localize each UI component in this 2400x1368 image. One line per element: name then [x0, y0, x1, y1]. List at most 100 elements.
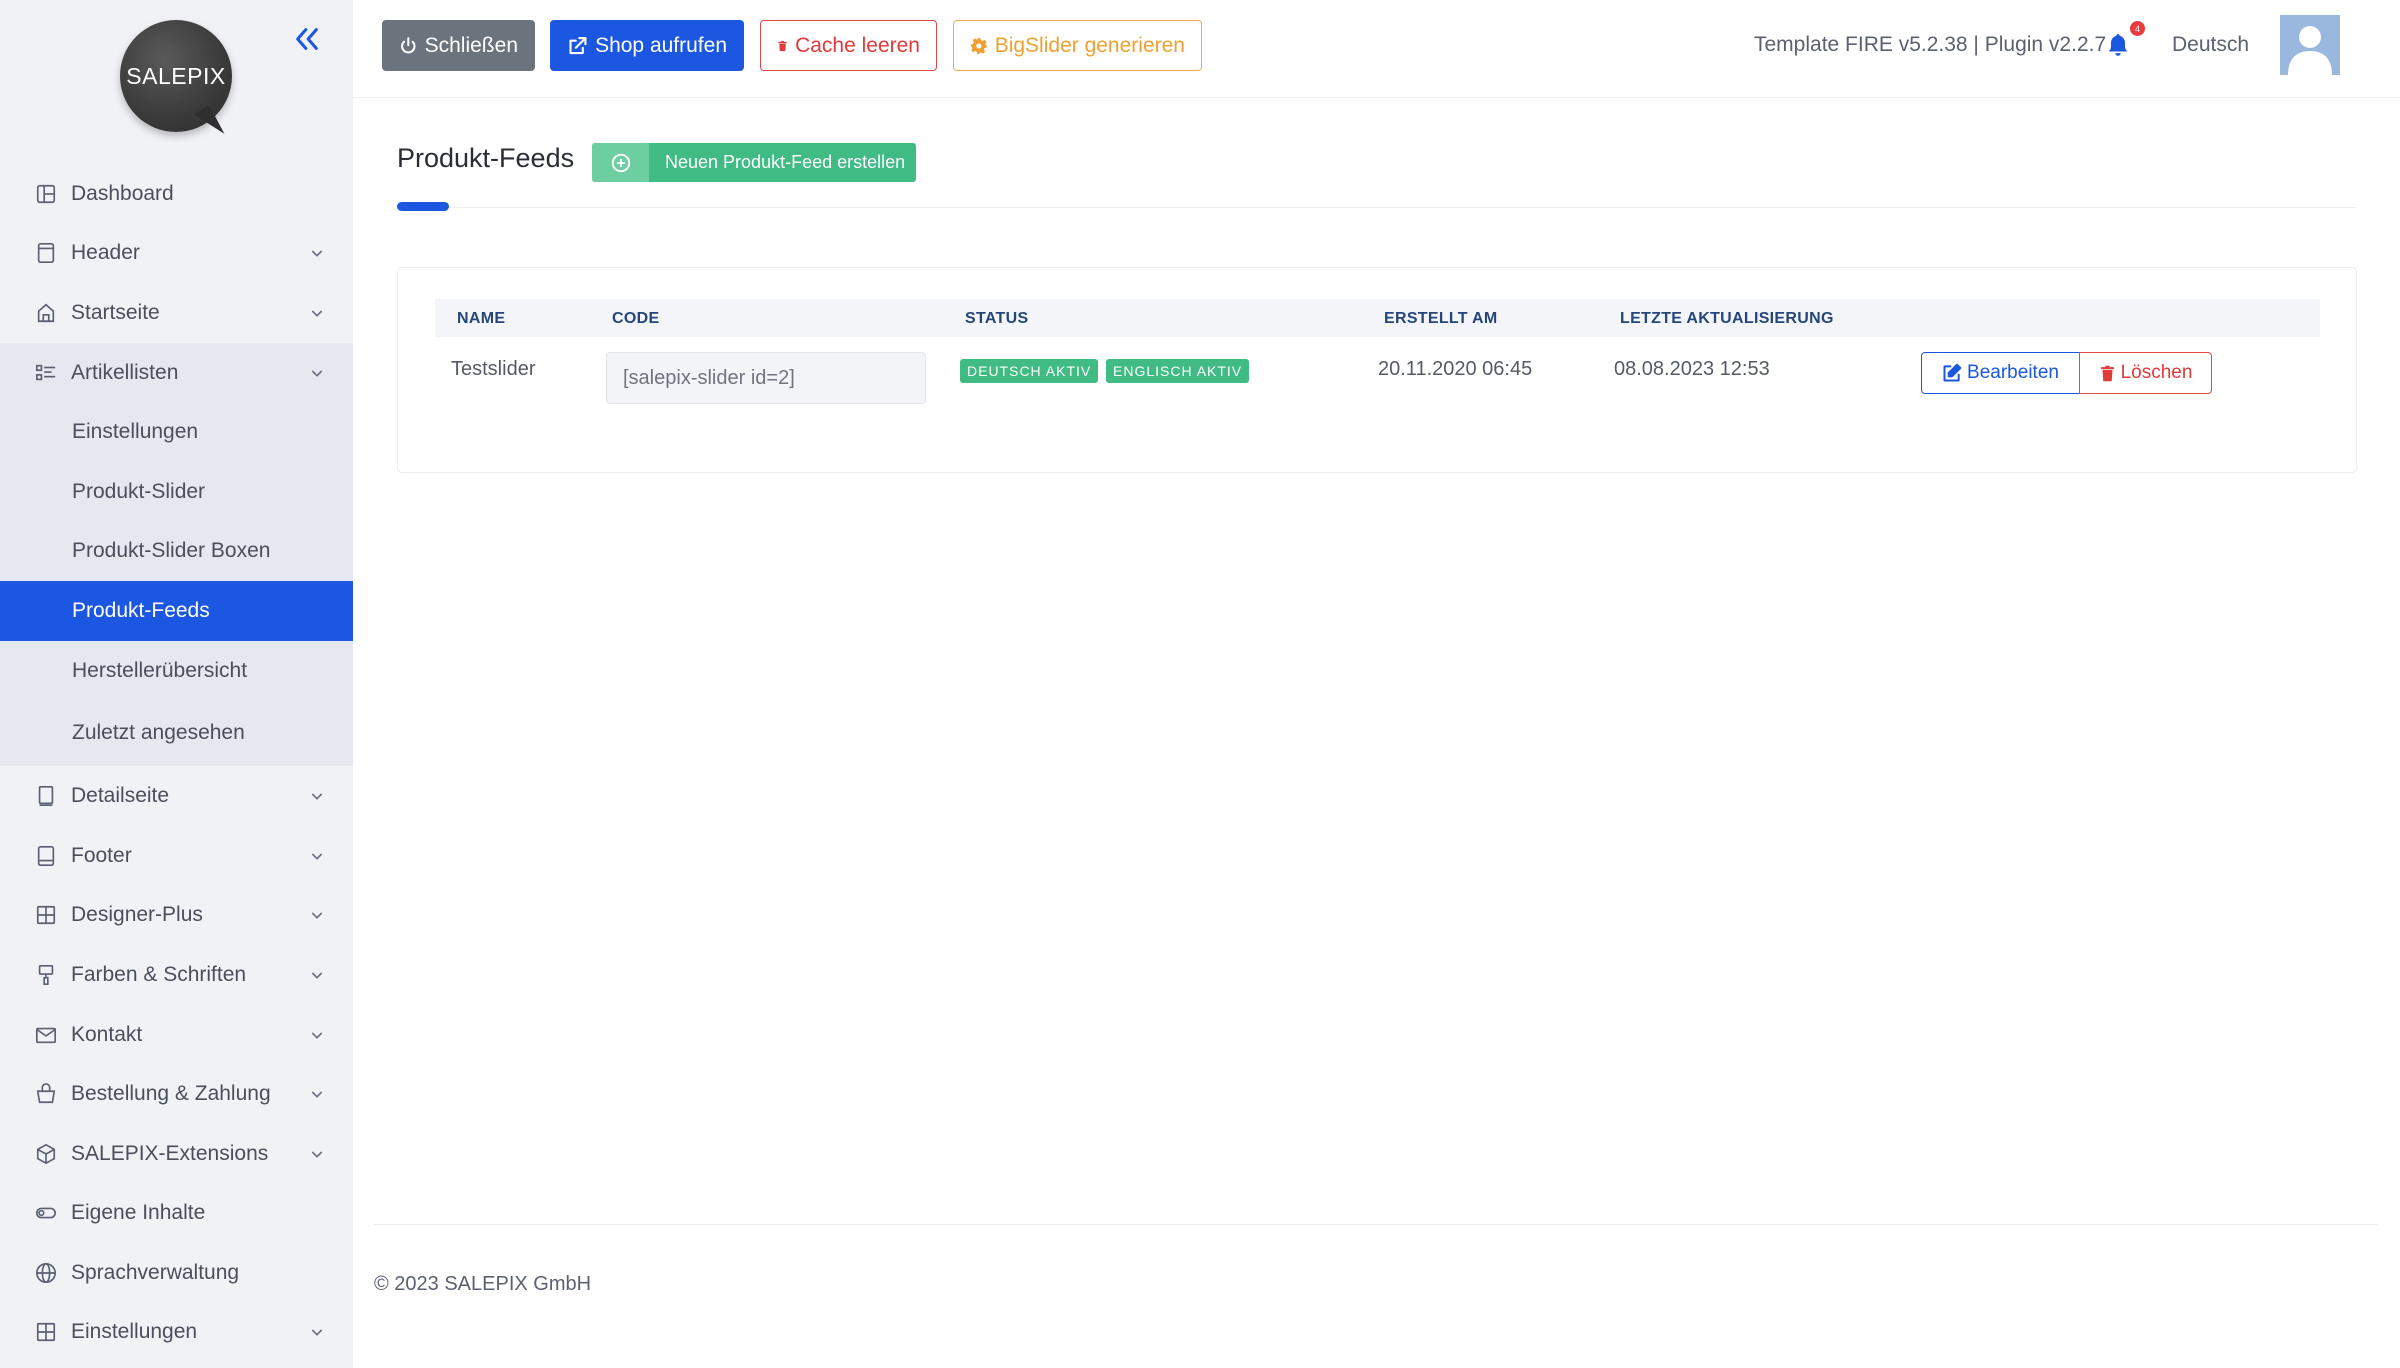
chevron-down-icon [309, 907, 325, 923]
sidebar-item-einstellungen[interactable]: Einstellungen [0, 1303, 353, 1363]
double-chevron-left-icon [296, 28, 318, 50]
sidebar-item-bestellung-zahlung[interactable]: Bestellung & Zahlung [0, 1064, 353, 1124]
title-divider [397, 207, 2357, 208]
shop-button-label: Shop aufrufen [595, 33, 727, 57]
sidebar-item-artikellisten[interactable]: Artikellisten [0, 343, 353, 403]
sidebar-item-footer[interactable]: Footer [0, 826, 353, 886]
sidebar-item-farben-schriften[interactable]: Farben & Schriften [0, 945, 353, 1005]
globe-icon [35, 1262, 57, 1284]
title-accent-bar [397, 202, 449, 211]
sidebar-subitem-produkt-slider[interactable]: Produkt-Slider [0, 462, 353, 522]
new-product-feed-button[interactable]: Neuen Produkt-Feed erstellen [592, 143, 916, 182]
column-header-name: NAME [457, 310, 506, 327]
settings-grid-icon [35, 1321, 57, 1343]
notification-badge: 4 [2130, 21, 2145, 36]
table-header: NAME CODE STATUS ERSTELLT AM LETZTE AKTU… [435, 299, 2320, 337]
paint-icon [35, 964, 57, 986]
home-icon [35, 302, 57, 324]
list-icon [35, 362, 57, 384]
sidebar-group-artikellisten: Artikellisten Einstellungen Produkt-Slid… [0, 342, 353, 767]
trash-icon [778, 40, 787, 51]
sidebar-item-label: Footer [71, 843, 132, 867]
chevron-down-icon [309, 848, 325, 864]
plus-circle-icon [592, 143, 649, 182]
chevron-down-icon [309, 788, 325, 804]
clear-cache-button-label: Cache leeren [795, 33, 920, 57]
chevron-down-icon [309, 1027, 325, 1043]
sidebar-item-header[interactable]: Header [0, 224, 353, 284]
edit-icon [1943, 363, 1962, 382]
brand-logo[interactable]: SALEPIX [120, 18, 236, 143]
sidebar-item-salepix-extensions[interactable]: SALEPIX-Extensions [0, 1124, 353, 1184]
column-header-updated: LETZTE AKTUALISIERUNG [1620, 310, 1834, 327]
footer-icon [35, 845, 57, 867]
sidebar-item-eigene-inhalte[interactable]: Eigene Inhalte [0, 1184, 353, 1244]
sidebar-item-designer-plus[interactable]: Designer-Plus [0, 886, 353, 946]
footer-copyright: © 2023 SALEPIX GmbH [374, 1273, 592, 1295]
status-badge: DEUTSCH AKTIV [960, 359, 1099, 383]
sidebar-collapse-button[interactable] [290, 22, 324, 56]
header-icon [35, 242, 57, 264]
generate-bigslider-button-label: BigSlider generieren [994, 33, 1185, 57]
logo-text: SALEPIX [126, 63, 226, 89]
feeds-table-card: NAME CODE STATUS ERSTELLT AM LETZTE AKTU… [397, 267, 2357, 473]
trash-icon [2100, 365, 2114, 381]
chevron-down-icon [309, 365, 325, 381]
footer-divider [374, 1224, 2378, 1225]
updated-date: 08.08.2023 12:53 [1614, 358, 1770, 380]
column-header-status: STATUS [965, 310, 1029, 327]
sidebar-item-dashboard[interactable]: Dashboard [0, 164, 353, 224]
sidebar-item-label: Eigene Inhalte [71, 1201, 206, 1225]
external-link-icon [569, 36, 587, 54]
sidebar-item-detailseite[interactable]: Detailseite [0, 766, 353, 826]
delete-button[interactable]: Löschen [2079, 352, 2212, 394]
new-product-feed-label: Neuen Produkt-Feed erstellen [665, 152, 906, 172]
mail-icon [35, 1024, 57, 1046]
chevron-down-icon [309, 1324, 325, 1340]
close-button-label: Schließen [424, 33, 518, 57]
sidebar-subitem-herstelleruebersicht[interactable]: Herstellerübersicht [0, 641, 353, 701]
language-selector[interactable]: Deutsch [2172, 33, 2249, 57]
feed-name: Testslider [451, 358, 536, 380]
user-icon [2288, 26, 2332, 75]
power-icon [401, 36, 416, 53]
sidebar-subitem-zuletzt-angesehen[interactable]: Zuletzt angesehen [0, 700, 353, 766]
status-badge: ENGLISCH AKTIV [1106, 359, 1250, 383]
sidebar-item-sprachverwaltung[interactable]: Sprachverwaltung [0, 1243, 353, 1303]
sidebar-item-label: Header [71, 241, 140, 265]
sidebar-subitem-einstellungen[interactable]: Einstellungen [0, 402, 353, 462]
sidebar-subitem-produkt-slider-boxen[interactable]: Produkt-Slider Boxen [0, 522, 353, 582]
close-button[interactable]: Schließen [382, 20, 535, 71]
sidebar-item-label: Designer-Plus [71, 903, 203, 927]
avatar[interactable] [2280, 15, 2340, 75]
sidebar-item-startseite[interactable]: Startseite [0, 283, 353, 343]
edit-button[interactable]: Bearbeiten [1921, 352, 2080, 394]
sidebar-subitem-produkt-feeds[interactable]: Produkt-Feeds [0, 581, 353, 641]
box-icon [35, 1143, 57, 1165]
version-info: Template FIRE v5.2.38 | Plugin v2.2.7 [1754, 33, 2107, 56]
chevron-down-icon [309, 1146, 325, 1162]
chevron-down-icon [309, 245, 325, 261]
clear-cache-button[interactable]: Cache leeren [760, 20, 937, 71]
bell-icon[interactable] [2105, 32, 2131, 58]
chevron-down-icon [309, 305, 325, 321]
topbar: Schließen Shop aufrufen Cache leeren Big… [353, 0, 2400, 98]
generate-bigslider-button[interactable]: BigSlider generieren [953, 20, 1202, 71]
chevron-down-icon [309, 967, 325, 983]
sidebar: SALEPIX Dashboard Header Startseite Arti… [0, 0, 353, 1368]
sidebar-item-label: Kontakt [71, 1022, 143, 1046]
shop-button[interactable]: Shop aufrufen [550, 20, 744, 71]
book-icon [35, 785, 57, 807]
delete-button-label: Löschen [2120, 362, 2193, 383]
grid-icon [35, 904, 57, 926]
sidebar-item-label: Einstellungen [71, 1320, 198, 1344]
dashboard-icon [35, 183, 57, 205]
edit-button-label: Bearbeiten [1967, 362, 2059, 383]
sidebar-item-kontakt[interactable]: Kontakt [0, 1005, 353, 1065]
chevron-down-icon [309, 1086, 325, 1102]
shortcode-field[interactable]: [salepix-slider id=2] [606, 352, 926, 404]
sidebar-item-label: Sprachverwaltung [71, 1260, 240, 1284]
page-title: Produkt-Feeds [397, 143, 575, 173]
toggle-icon [35, 1202, 57, 1224]
sidebar-item-label: Farben & Schriften [71, 962, 247, 986]
